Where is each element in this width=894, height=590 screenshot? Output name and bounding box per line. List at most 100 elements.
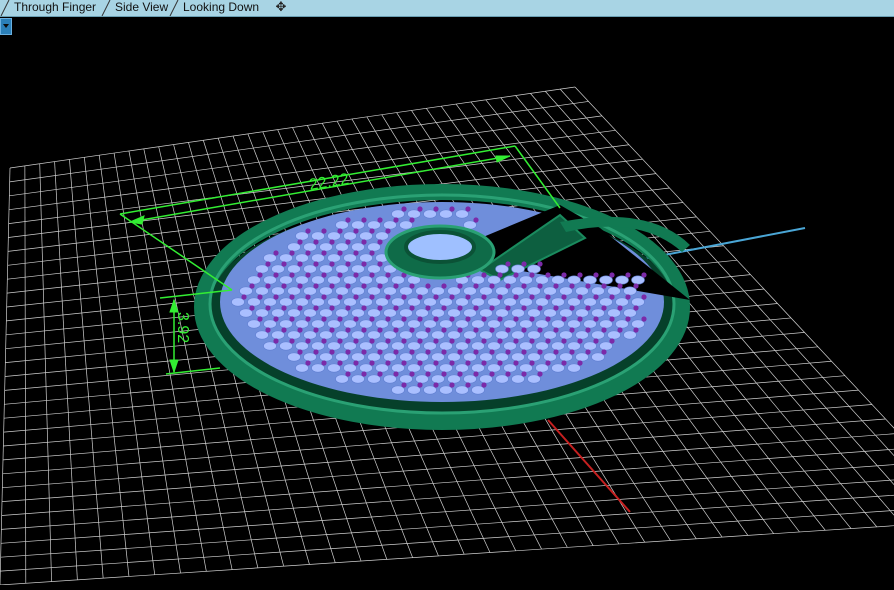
prong [433, 338, 439, 344]
prong [489, 349, 495, 355]
prong [481, 338, 487, 344]
prong [329, 261, 335, 267]
prong [601, 327, 607, 333]
prong [449, 360, 455, 366]
prong [369, 338, 375, 344]
prong [385, 294, 391, 300]
prong [297, 283, 303, 289]
tab-edge-icon [0, 0, 10, 16]
tab-through-finger[interactable]: Through Finger [0, 0, 101, 16]
prong [585, 349, 591, 355]
prong [497, 338, 503, 344]
prong [537, 283, 543, 289]
prong [417, 360, 423, 366]
prong [393, 305, 399, 311]
prong [425, 349, 431, 355]
prong [305, 360, 311, 366]
prong [313, 305, 319, 311]
prong [353, 250, 359, 256]
prong [449, 316, 455, 322]
prong [529, 272, 535, 278]
prong [369, 294, 375, 300]
view-tab-bar: Through Finger Side View Looking Down ✥ [0, 0, 894, 17]
prong [265, 261, 271, 267]
3d-viewport[interactable]: 22.22 3.92 [0, 17, 894, 586]
prong [537, 327, 543, 333]
prong [409, 305, 415, 311]
prong [489, 305, 495, 311]
prong [537, 349, 543, 355]
prong [577, 272, 583, 278]
prong [417, 294, 423, 300]
tab-side-view[interactable]: Side View [101, 0, 169, 16]
prong [521, 349, 527, 355]
prong [385, 272, 391, 278]
prong [289, 272, 295, 278]
prong [521, 371, 527, 377]
add-tab-button[interactable]: ✥ [270, 0, 292, 16]
ring-model[interactable] [194, 184, 690, 430]
prong [361, 305, 367, 311]
prong [457, 283, 463, 289]
prong [585, 327, 591, 333]
prong [497, 360, 503, 366]
prong [409, 371, 415, 377]
prong [601, 305, 607, 311]
prong [569, 283, 575, 289]
prong [505, 283, 511, 289]
prong [473, 217, 479, 223]
prong [393, 371, 399, 377]
prong [441, 327, 447, 333]
prong [433, 294, 439, 300]
prong [297, 327, 303, 333]
prong [377, 305, 383, 311]
prong [505, 305, 511, 311]
tab-looking-down[interactable]: Looking Down [169, 0, 268, 16]
prong [281, 261, 287, 267]
prong [569, 349, 575, 355]
prong [465, 316, 471, 322]
prong [353, 316, 359, 322]
prong [385, 228, 391, 234]
prong [369, 316, 375, 322]
prong [505, 327, 511, 333]
prong [553, 283, 559, 289]
prong [305, 316, 311, 322]
prong [609, 338, 615, 344]
prong [377, 349, 383, 355]
prong [409, 327, 415, 333]
prong [609, 316, 615, 322]
prong [473, 349, 479, 355]
prong [561, 316, 567, 322]
prong [473, 283, 479, 289]
prong [449, 294, 455, 300]
prong [257, 316, 263, 322]
prong [289, 316, 295, 322]
prong [545, 294, 551, 300]
prong [481, 294, 487, 300]
prong [433, 360, 439, 366]
3d-scene[interactable]: 22.22 3.92 [0, 17, 894, 586]
prong [425, 305, 431, 311]
prong [385, 338, 391, 344]
prong [289, 250, 295, 256]
prong [353, 338, 359, 344]
prong [561, 360, 567, 366]
prong [361, 261, 367, 267]
prong [393, 217, 399, 223]
prong [473, 327, 479, 333]
view-menu-dropdown[interactable] [0, 18, 12, 35]
prong [441, 283, 447, 289]
prong [417, 316, 423, 322]
prong [497, 272, 503, 278]
prong [313, 239, 319, 245]
prong [265, 327, 271, 333]
grid-line [1, 448, 894, 516]
prong [465, 382, 471, 388]
prong [345, 261, 351, 267]
prong [441, 349, 447, 355]
prong [273, 272, 279, 278]
prong [593, 316, 599, 322]
prong [433, 382, 439, 388]
prong [601, 349, 607, 355]
